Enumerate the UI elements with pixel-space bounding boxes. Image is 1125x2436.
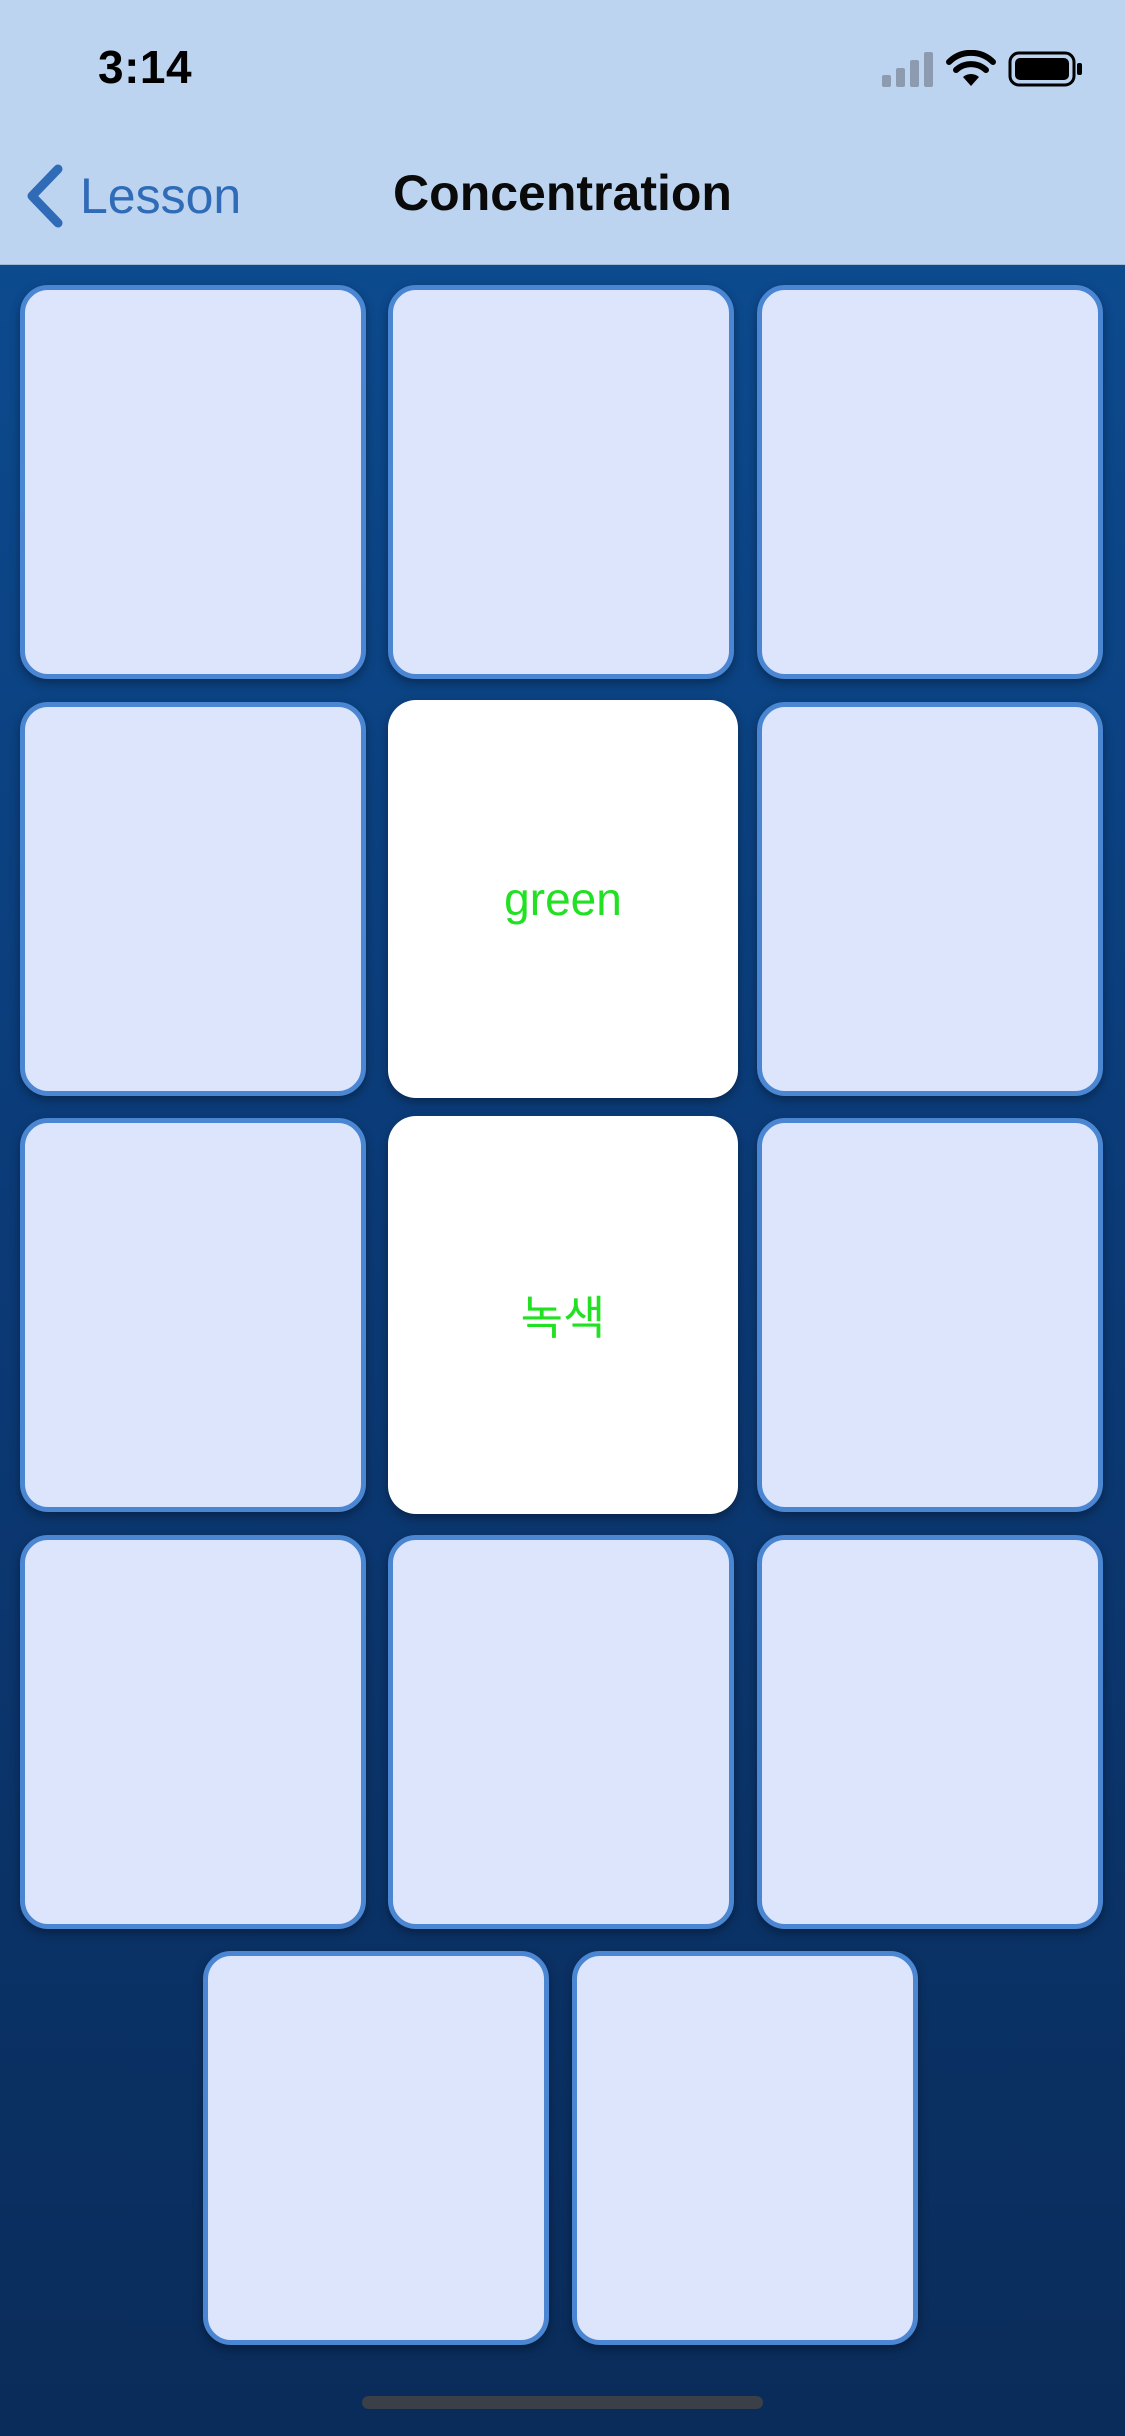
wifi-icon bbox=[946, 50, 996, 86]
card-board: green 녹색 bbox=[0, 265, 1125, 2436]
card-5-text: green bbox=[504, 873, 622, 925]
card-8[interactable]: 녹색 bbox=[388, 1116, 738, 1514]
card-11[interactable] bbox=[388, 1535, 734, 1929]
status-time: 3:14 bbox=[98, 41, 193, 93]
card-3[interactable] bbox=[757, 285, 1103, 679]
navigation-header: 3:14 Lesson Concentration bbox=[0, 0, 1125, 265]
card-6[interactable] bbox=[757, 702, 1103, 1096]
card-5[interactable]: green bbox=[388, 700, 738, 1098]
card-12[interactable] bbox=[757, 1535, 1103, 1929]
card-2[interactable] bbox=[388, 285, 734, 679]
cellular-signal-icon bbox=[882, 52, 933, 87]
page-title: Concentration bbox=[393, 165, 732, 221]
card-4[interactable] bbox=[20, 702, 366, 1096]
card-9[interactable] bbox=[757, 1118, 1103, 1512]
card-10[interactable] bbox=[20, 1535, 366, 1929]
battery-icon bbox=[1008, 51, 1082, 87]
home-indicator[interactable] bbox=[362, 2396, 763, 2409]
card-7[interactable] bbox=[20, 1118, 366, 1512]
card-8-text: 녹색 bbox=[520, 1291, 606, 1345]
card-1[interactable] bbox=[20, 285, 366, 679]
card-14[interactable] bbox=[572, 1951, 918, 2345]
card-13[interactable] bbox=[203, 1951, 549, 2345]
screen: 3:14 Lesson Concentration green 녹색 bbox=[0, 0, 1125, 2436]
